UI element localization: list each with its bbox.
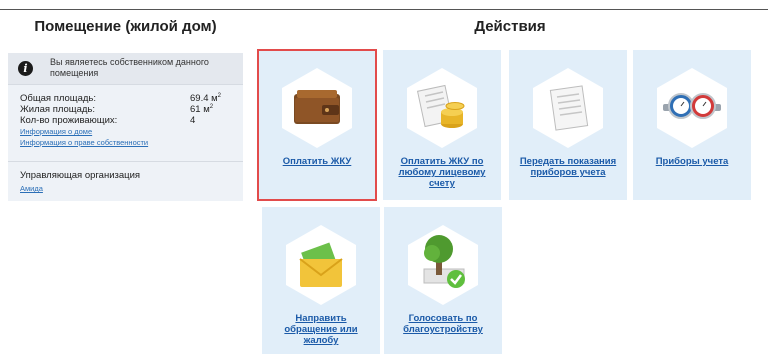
info-icon: i [18, 61, 33, 76]
tile-send-complaint[interactable]: Направить обращение или жалобу [262, 207, 380, 354]
tree-vote-icon [423, 235, 465, 288]
tile-label: Направить обращение или жалобу [284, 313, 358, 346]
water-meter-icon [663, 93, 721, 119]
living-area-label: Жилая площадь: [20, 104, 95, 115]
top-divider [0, 9, 768, 10]
total-area-value: 69.4 м2 [190, 93, 221, 104]
tile-hex-background [408, 225, 478, 305]
management-org-label: Управляющая организация [20, 170, 141, 181]
living-area-row: Жилая площадь: 61 м2 [20, 104, 235, 115]
management-org-link[interactable]: Амида [20, 184, 43, 193]
tile-hex-background [407, 68, 477, 148]
total-area-number: 69.4 м [190, 93, 218, 104]
ownership-info-link[interactable]: Информация о праве собственности [20, 137, 235, 148]
property-section-title: Помещение (жилой дом) [34, 18, 217, 35]
total-area-row: Общая площадь: 69.4 м2 [20, 93, 235, 104]
panel-divider [8, 161, 243, 162]
actions-section-title: Действия [474, 18, 546, 35]
tile-hex-background [657, 68, 727, 148]
tile-hex-background [533, 68, 603, 148]
residents-value: 4 [190, 115, 196, 126]
tile-hex-background [286, 225, 356, 305]
property-stats: Общая площадь: 69.4 м2 Жилая площадь: 61… [20, 93, 235, 148]
receipt-icon [549, 85, 589, 131]
owner-notice-text: Вы являетесь собственником данного помещ… [50, 57, 209, 78]
area-unit-exponent: 2 [209, 104, 214, 110]
property-info-panel: i Вы являетесь собственником данного пом… [8, 53, 243, 201]
wallet-icon [294, 90, 340, 124]
tile-vote-improvement[interactable]: Голосовать по благоустройству [384, 207, 502, 354]
tile-label: Оплатить ЖКУ [282, 156, 352, 167]
tile-pay-utilities[interactable]: Оплатить ЖКУ [257, 49, 377, 201]
tile-submit-meter-readings[interactable]: Передать показания приборов учета [509, 50, 627, 200]
total-area-label: Общая площадь: [20, 93, 97, 104]
tile-pay-any-account[interactable]: Оплатить ЖКУ по любому лицевому счету [383, 50, 501, 200]
tile-hex-background [282, 68, 352, 148]
tile-meters[interactable]: Приборы учета [633, 50, 751, 200]
tile-label: Оплатить ЖКУ по любому лицевому счету [398, 156, 486, 189]
coins-receipt-icon [416, 84, 465, 128]
living-area-value: 61 м2 [190, 104, 213, 115]
envelope-icon [299, 242, 343, 287]
residents-row: Кол-во проживающих: 4 [20, 115, 235, 126]
area-unit-exponent: 2 [217, 93, 222, 99]
owner-notice: i Вы являетесь собственником данного пом… [8, 53, 243, 85]
residents-label: Кол-во проживающих: [20, 115, 118, 126]
tile-label: Приборы учета [655, 156, 729, 167]
living-area-number: 61 м [190, 104, 210, 115]
tile-label: Передать показания приборов учета [519, 156, 617, 178]
house-info-link[interactable]: Информация о доме [20, 126, 235, 137]
tile-label: Голосовать по благоустройству [403, 313, 483, 335]
